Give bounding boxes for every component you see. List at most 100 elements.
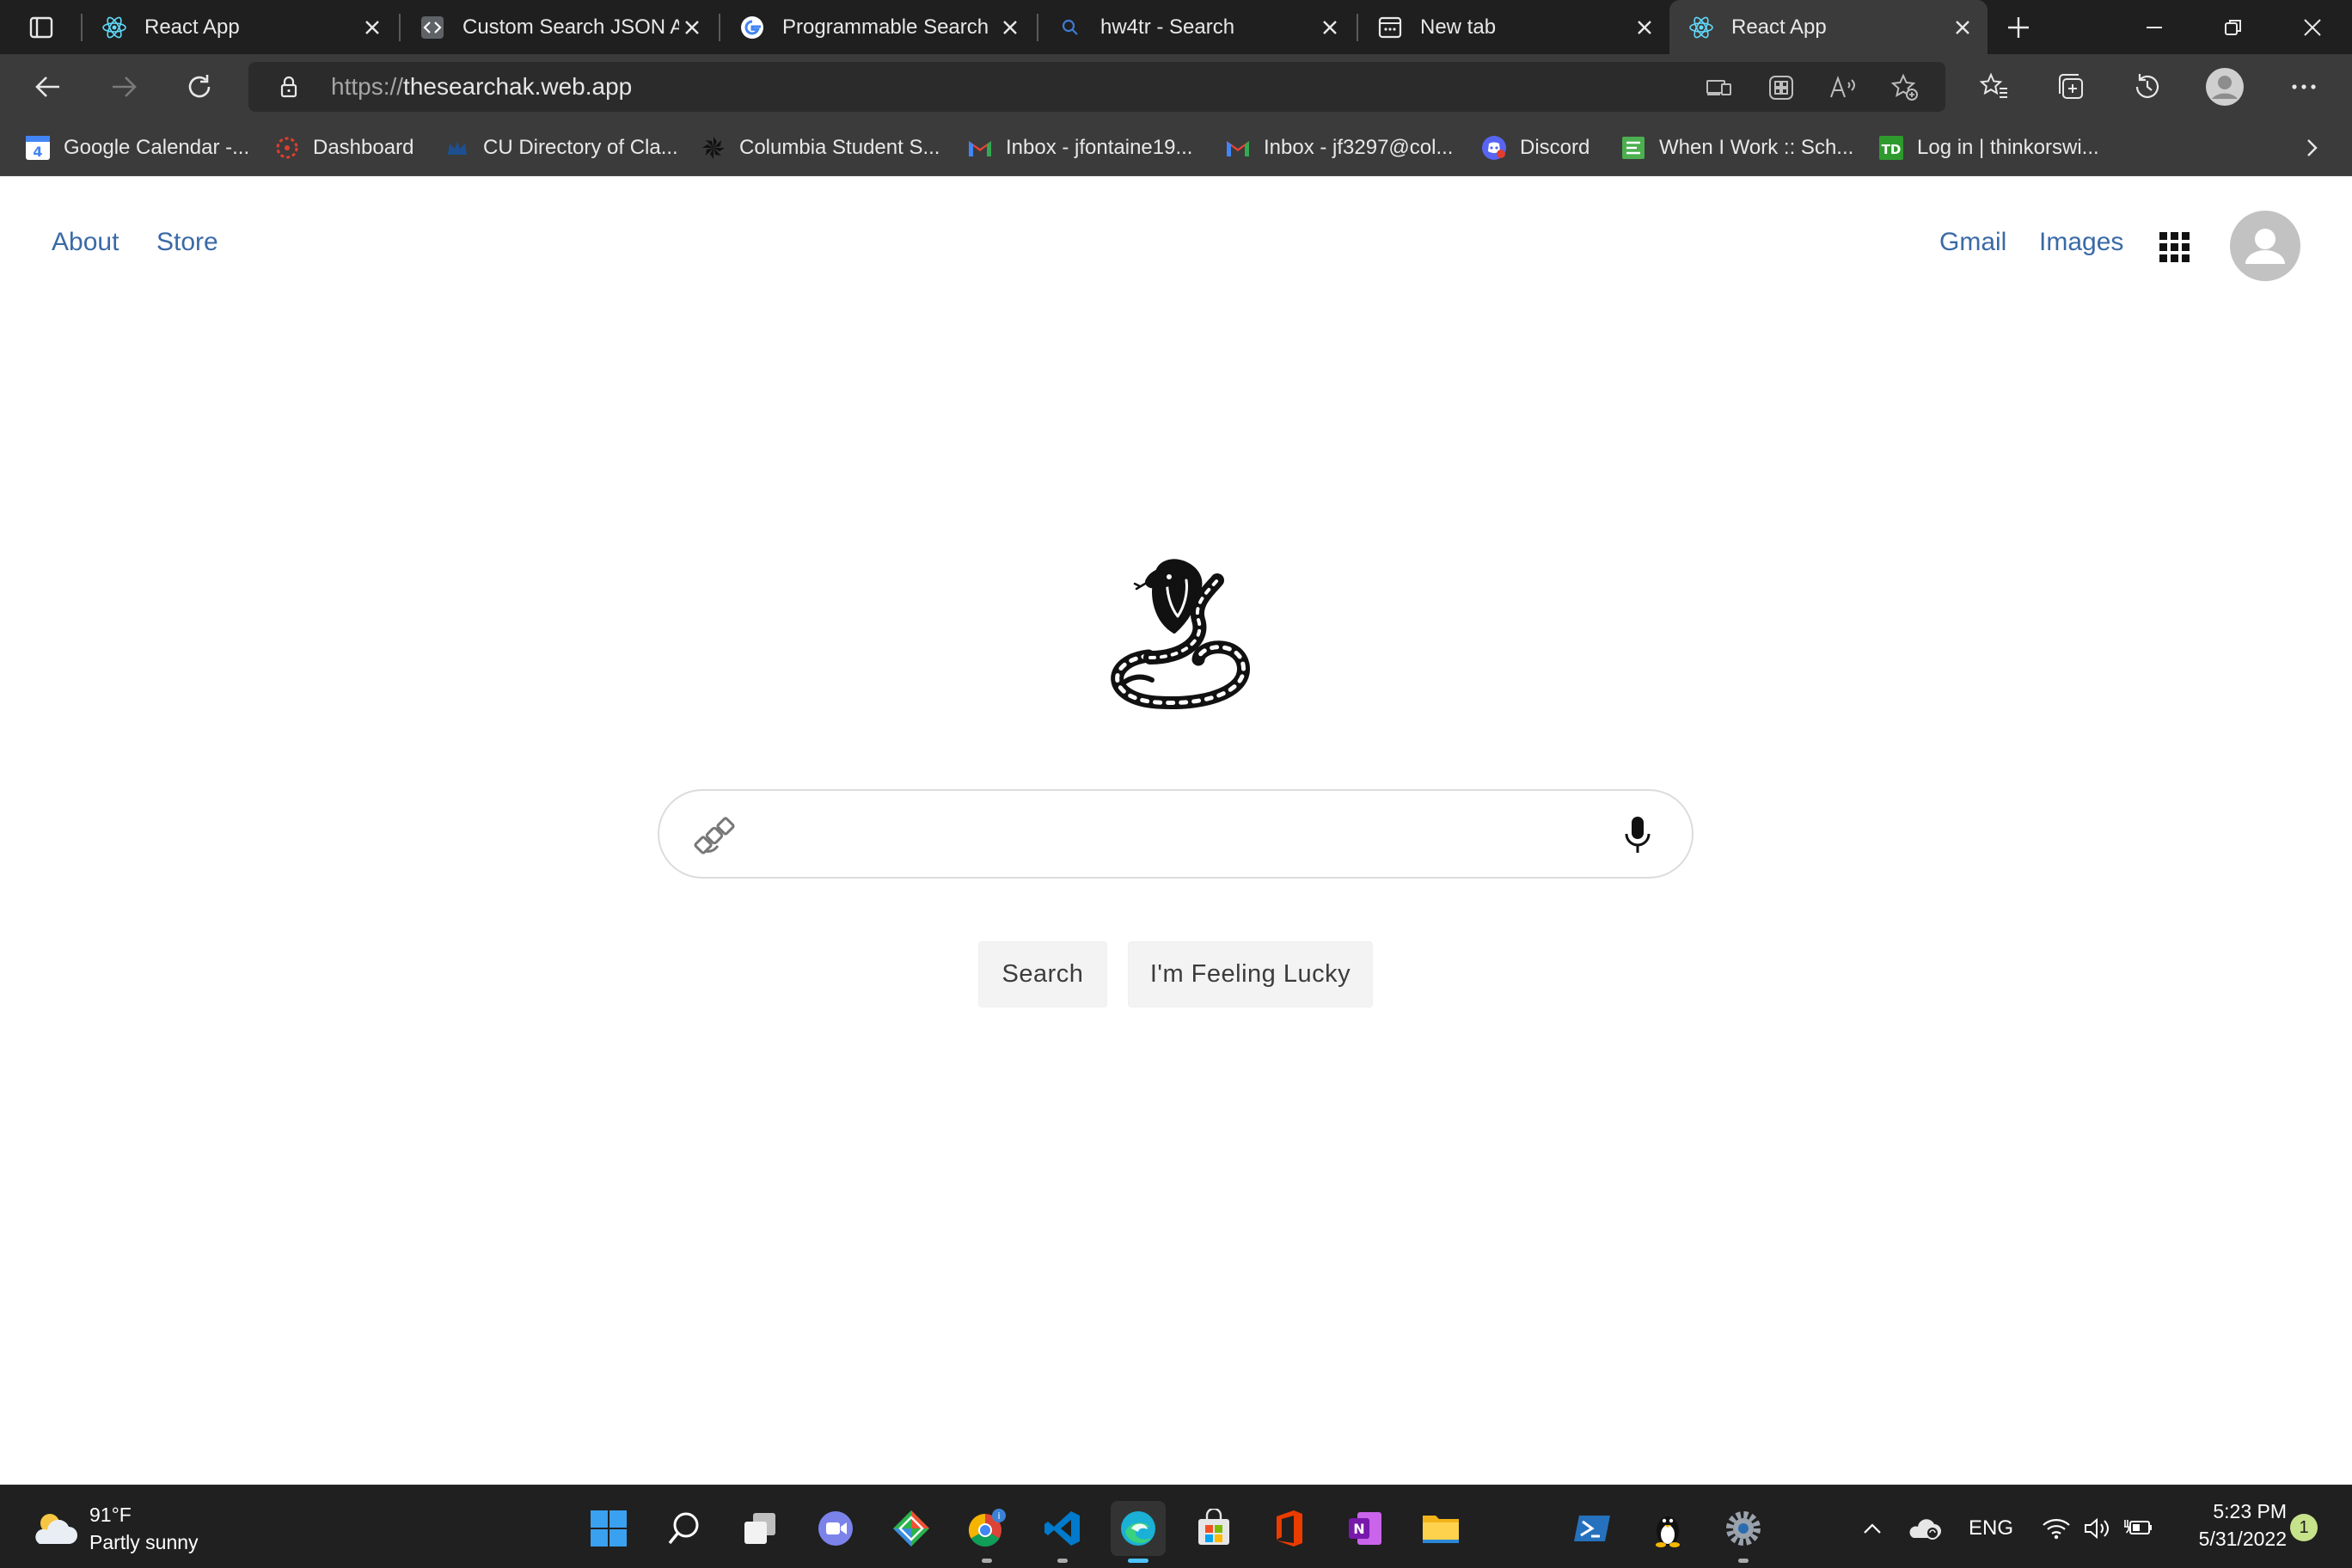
profile-avatar-icon: [2206, 68, 2244, 106]
bookmark-google-calendar[interactable]: 4 Google Calendar -...: [24, 119, 249, 176]
bookmark-when-i-work[interactable]: When I Work :: Sch...: [1620, 119, 1853, 176]
page-content: About Store Gmail Images Search I'm Feel…: [0, 176, 2352, 1485]
tab-new-tab[interactable]: New tab: [1358, 0, 1669, 54]
task-view-button[interactable]: [732, 1501, 787, 1556]
weather-widget[interactable]: 91°F Partly sunny: [31, 1501, 199, 1556]
favorites-button[interactable]: [1972, 64, 2017, 109]
office-button[interactable]: [1262, 1501, 1317, 1556]
app-available-icon[interactable]: [1703, 72, 1736, 103]
tab-actions-button[interactable]: [21, 10, 62, 45]
td-icon: TD: [1877, 134, 1905, 162]
crown-icon: [444, 134, 471, 162]
microsoft-store-button[interactable]: [1186, 1501, 1241, 1556]
taskbar-search-button[interactable]: [657, 1501, 712, 1556]
bookmark-inbox-jfontaine[interactable]: Inbox - jfontaine19...: [966, 119, 1192, 176]
close-icon[interactable]: [359, 15, 385, 40]
volume-icon[interactable]: [2080, 1504, 2115, 1553]
new-tab-button[interactable]: [2000, 9, 2037, 46]
feeling-lucky-button[interactable]: I'm Feeling Lucky: [1128, 941, 1373, 1008]
read-aloud-icon[interactable]: [1827, 72, 1859, 103]
tab-programmable-search[interactable]: Programmable Search: [720, 0, 1035, 54]
language-indicator[interactable]: ENG: [1960, 1504, 2022, 1553]
show-hidden-icons-button[interactable]: [1855, 1504, 1890, 1553]
store-link[interactable]: Store: [156, 228, 218, 257]
running-indicator: [1738, 1559, 1749, 1563]
account-avatar[interactable]: [2230, 211, 2300, 281]
settings-button[interactable]: [1716, 1501, 1771, 1563]
tab-strip: React App Custom Search JSON A Programma…: [0, 0, 2352, 54]
edge-button[interactable]: [1111, 1501, 1166, 1563]
file-explorer-button[interactable]: [1413, 1501, 1468, 1556]
start-button[interactable]: [581, 1501, 636, 1556]
onenote-button[interactable]: N: [1338, 1501, 1393, 1556]
address-bar[interactable]: https://thesearchak.web.app: [248, 62, 1945, 112]
favorites-bar: 4 Google Calendar -... Dashboard CU Dire…: [0, 119, 2352, 176]
microphone-icon[interactable]: [1622, 815, 1653, 856]
bookmark-label: When I Work :: Sch...: [1659, 136, 1854, 159]
extensions-icon[interactable]: [1765, 72, 1798, 103]
lock-icon[interactable]: [276, 74, 302, 100]
url-text[interactable]: https://thesearchak.web.app: [331, 73, 632, 101]
bookmark-label: Inbox - jf3297@col...: [1264, 136, 1454, 159]
bookmark-columbia-student[interactable]: Columbia Student S...: [700, 119, 940, 176]
close-icon[interactable]: [679, 15, 705, 40]
more-favorites-button[interactable]: [2294, 130, 2330, 166]
new-tab-icon: [1377, 15, 1403, 40]
search-icon: [1057, 15, 1083, 40]
profile-button[interactable]: [2202, 64, 2247, 109]
tab-react-app-1[interactable]: React App: [83, 0, 397, 54]
close-icon[interactable]: [1317, 15, 1343, 40]
settings-more-button[interactable]: [2282, 64, 2326, 109]
images-link[interactable]: Images: [2039, 228, 2123, 257]
add-favorite-icon[interactable]: [1889, 72, 1921, 103]
notification-badge[interactable]: 1: [2290, 1514, 2318, 1541]
about-link[interactable]: About: [52, 228, 119, 257]
search-input[interactable]: [754, 808, 1562, 860]
browser-toolbar: https://thesearchak.web.app: [0, 54, 2352, 119]
search-box[interactable]: [658, 789, 1694, 879]
wifi-icon[interactable]: [2039, 1504, 2073, 1553]
history-button[interactable]: [2125, 64, 2170, 109]
restore-button[interactable]: [2194, 0, 2273, 54]
onedrive-tray-icon[interactable]: [1905, 1504, 1946, 1553]
minimize-button[interactable]: [2115, 0, 2194, 54]
chevron-right-icon: [2307, 139, 2318, 156]
close-icon[interactable]: [1950, 15, 1975, 40]
partly-sunny-icon: [35, 1514, 77, 1544]
battery-icon[interactable]: [2122, 1504, 2156, 1553]
tab-custom-search-json[interactable]: Custom Search JSON A: [401, 0, 717, 54]
linux-button[interactable]: [1640, 1501, 1695, 1556]
vscode-button[interactable]: [1035, 1501, 1090, 1563]
gmail-link[interactable]: Gmail: [1939, 228, 2006, 257]
clock[interactable]: 5:23 PM 5/31/2022: [2166, 1498, 2287, 1553]
bookmark-discord[interactable]: Discord: [1480, 119, 1589, 176]
tab-react-app-active[interactable]: React App: [1669, 0, 1988, 54]
weather-desc: Partly sunny: [89, 1531, 199, 1553]
cloud-sync-icon: [1909, 1519, 1941, 1540]
react-icon: [101, 15, 127, 40]
bookmark-dashboard[interactable]: Dashboard: [273, 119, 413, 176]
search-button[interactable]: Search: [978, 941, 1107, 1008]
tab-hw4tr-search[interactable]: hw4tr - Search: [1038, 0, 1355, 54]
tab-actions-icon: [29, 16, 53, 39]
history-icon: [2135, 74, 2159, 98]
collections-button[interactable]: [2049, 64, 2093, 109]
clock-time: 5:23 PM: [2213, 1500, 2287, 1522]
forward-button[interactable]: [101, 66, 146, 107]
bookmark-thinkorswim[interactable]: TD Log in | thinkorswi...: [1877, 119, 2099, 176]
powershell-button[interactable]: [1565, 1501, 1620, 1556]
chrome-button[interactable]: i: [959, 1501, 1014, 1563]
grid-icon[interactable]: [2159, 232, 2190, 263]
cobra-logo: [1111, 559, 1250, 710]
vscode-icon: [1044, 1511, 1080, 1546]
gitkraken-button[interactable]: [884, 1501, 939, 1556]
arrow-left-icon: [35, 77, 59, 97]
close-window-button[interactable]: [2273, 0, 2352, 54]
bookmark-cu-directory[interactable]: CU Directory of Cla...: [444, 119, 678, 176]
bookmark-inbox-jf3297[interactable]: Inbox - jf3297@col...: [1224, 119, 1453, 176]
close-icon[interactable]: [1632, 15, 1657, 40]
refresh-button[interactable]: [177, 66, 222, 107]
teams-chat-button[interactable]: [808, 1501, 863, 1556]
back-button[interactable]: [26, 66, 70, 107]
close-icon[interactable]: [997, 15, 1023, 40]
